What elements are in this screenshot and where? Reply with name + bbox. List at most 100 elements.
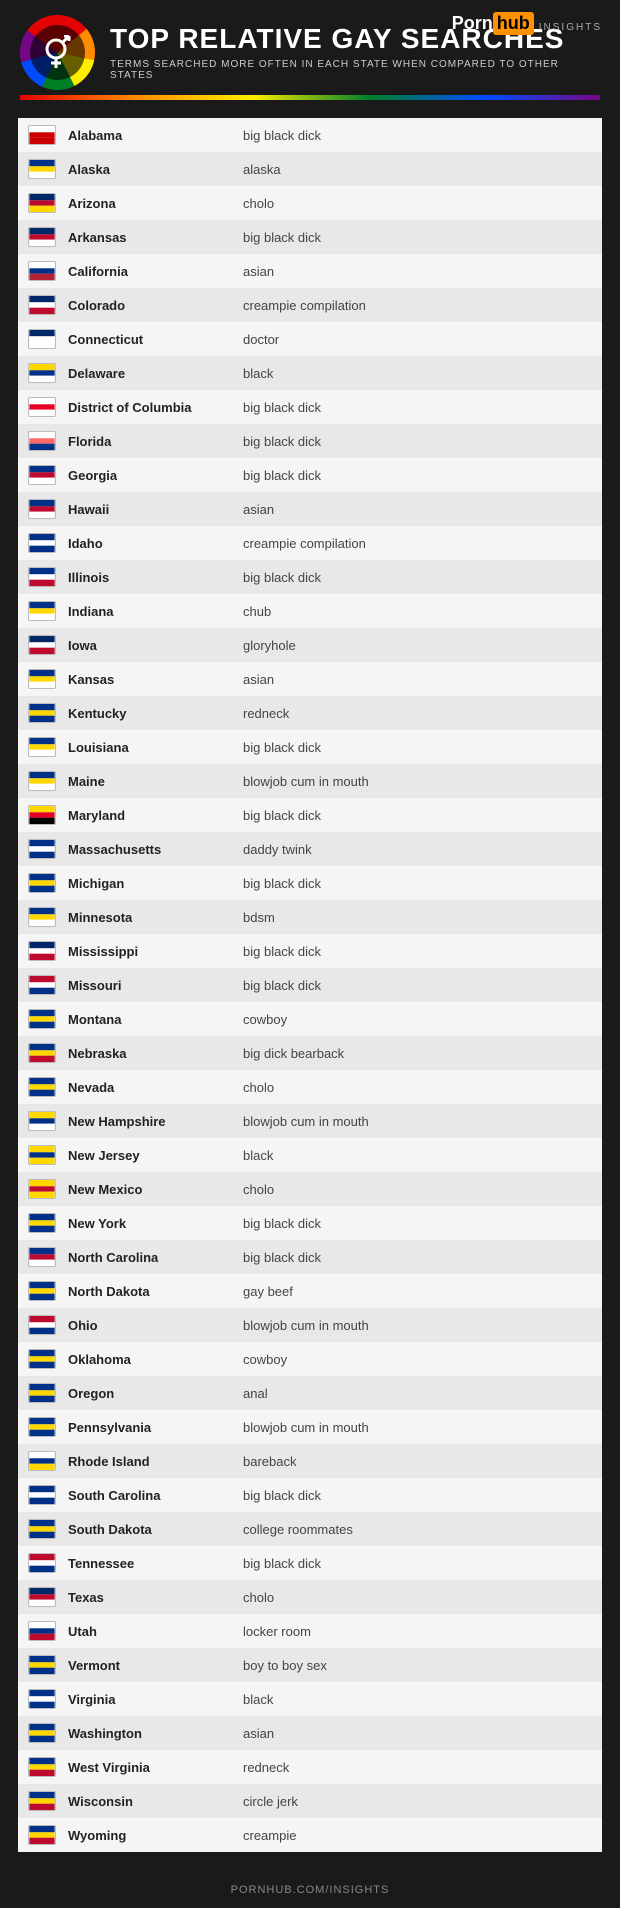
- state-flag: [26, 1110, 58, 1132]
- state-flag: [26, 1756, 58, 1778]
- state-flag: [26, 940, 58, 962]
- state-name: Pennsylvania: [68, 1420, 243, 1435]
- search-term: blowjob cum in mouth: [243, 1318, 594, 1333]
- state-name: Ohio: [68, 1318, 243, 1333]
- state-name: Delaware: [68, 366, 243, 381]
- state-flag: [26, 1552, 58, 1574]
- table-row: District of Columbia big black dick: [18, 390, 602, 424]
- state-name: Massachusetts: [68, 842, 243, 857]
- state-name: Vermont: [68, 1658, 243, 1673]
- table-row: Nebraska big dick bearback: [18, 1036, 602, 1070]
- state-flag: [26, 770, 58, 792]
- search-term: redneck: [243, 1760, 594, 1775]
- table-row: Alabama big black dick: [18, 118, 602, 152]
- gender-symbol-icon: [30, 25, 85, 80]
- search-term: creampie compilation: [243, 298, 594, 313]
- table-row: Maine blowjob cum in mouth: [18, 764, 602, 798]
- state-flag: [26, 158, 58, 180]
- search-term: cholo: [243, 1182, 594, 1197]
- search-term: gloryhole: [243, 638, 594, 653]
- table-row: California asian: [18, 254, 602, 288]
- table-row: Georgia big black dick: [18, 458, 602, 492]
- table-row: Illinois big black dick: [18, 560, 602, 594]
- table-row: New York big black dick: [18, 1206, 602, 1240]
- state-flag: [26, 600, 58, 622]
- table-row: North Dakota gay beef: [18, 1274, 602, 1308]
- table-row: Iowa gloryhole: [18, 628, 602, 662]
- data-table: Alabama big black dick Alaska alaska: [0, 118, 620, 1872]
- state-flag: [26, 804, 58, 826]
- state-name: Missouri: [68, 978, 243, 993]
- state-flag: [26, 1416, 58, 1438]
- table-row: Kansas asian: [18, 662, 602, 696]
- table-row: Massachusetts daddy twink: [18, 832, 602, 866]
- state-flag: [26, 1042, 58, 1064]
- table-row: Florida big black dick: [18, 424, 602, 458]
- table-row: Wyoming creampie: [18, 1818, 602, 1852]
- table-row: Oklahoma cowboy: [18, 1342, 602, 1376]
- state-name: Indiana: [68, 604, 243, 619]
- table-row: Texas cholo: [18, 1580, 602, 1614]
- table-row: Montana cowboy: [18, 1002, 602, 1036]
- search-term: doctor: [243, 332, 594, 347]
- state-name: Minnesota: [68, 910, 243, 925]
- state-flag: [26, 1246, 58, 1268]
- state-flag: [26, 1518, 58, 1540]
- table-row: New Mexico cholo: [18, 1172, 602, 1206]
- state-flag: [26, 1280, 58, 1302]
- search-term: big black dick: [243, 876, 594, 891]
- rainbow-bar: [20, 95, 600, 100]
- state-flag: [26, 1790, 58, 1812]
- search-term: black: [243, 1148, 594, 1163]
- table-row: Minnesota bdsm: [18, 900, 602, 934]
- state-name: Illinois: [68, 570, 243, 585]
- search-term: boy to boy sex: [243, 1658, 594, 1673]
- search-term: black: [243, 366, 594, 381]
- rainbow-circle: [20, 15, 95, 90]
- table-row: Maryland big black dick: [18, 798, 602, 832]
- search-term: big black dick: [243, 434, 594, 449]
- state-name: Alabama: [68, 128, 243, 143]
- table-row: Vermont boy to boy sex: [18, 1648, 602, 1682]
- state-flag: [26, 464, 58, 486]
- table-row: North Carolina big black dick: [18, 1240, 602, 1274]
- state-flag: [26, 532, 58, 554]
- state-name: Michigan: [68, 876, 243, 891]
- state-flag: [26, 702, 58, 724]
- search-term: bdsm: [243, 910, 594, 925]
- search-term: redneck: [243, 706, 594, 721]
- state-name: South Carolina: [68, 1488, 243, 1503]
- state-flag: [26, 1144, 58, 1166]
- table-row: Rhode Island bareback: [18, 1444, 602, 1478]
- state-name: Utah: [68, 1624, 243, 1639]
- state-name: Iowa: [68, 638, 243, 653]
- table-row: Arkansas big black dick: [18, 220, 602, 254]
- search-term: big black dick: [243, 128, 594, 143]
- state-flag: [26, 1348, 58, 1370]
- table-row: Idaho creampie compilation: [18, 526, 602, 560]
- table-row: South Dakota college roommates: [18, 1512, 602, 1546]
- state-flag: [26, 1824, 58, 1846]
- search-term: college roommates: [243, 1522, 594, 1537]
- page-wrapper: Pornhub INSIGHTS TOP RELATIVE GAY SE: [0, 0, 620, 1908]
- state-name: Florida: [68, 434, 243, 449]
- state-name: Nevada: [68, 1080, 243, 1095]
- search-term: daddy twink: [243, 842, 594, 857]
- table-row: Nevada cholo: [18, 1070, 602, 1104]
- search-term: chub: [243, 604, 594, 619]
- state-name: North Carolina: [68, 1250, 243, 1265]
- search-term: anal: [243, 1386, 594, 1401]
- state-flag: [26, 294, 58, 316]
- table-row: Delaware black: [18, 356, 602, 390]
- search-term: blowjob cum in mouth: [243, 774, 594, 789]
- state-flag: [26, 1314, 58, 1336]
- search-term: creampie: [243, 1828, 594, 1843]
- state-flag: [26, 1450, 58, 1472]
- table-row: Arizona cholo: [18, 186, 602, 220]
- state-name: New Jersey: [68, 1148, 243, 1163]
- search-term: asian: [243, 502, 594, 517]
- state-name: Louisiana: [68, 740, 243, 755]
- search-term: big black dick: [243, 230, 594, 245]
- state-flag: [26, 226, 58, 248]
- state-name: Idaho: [68, 536, 243, 551]
